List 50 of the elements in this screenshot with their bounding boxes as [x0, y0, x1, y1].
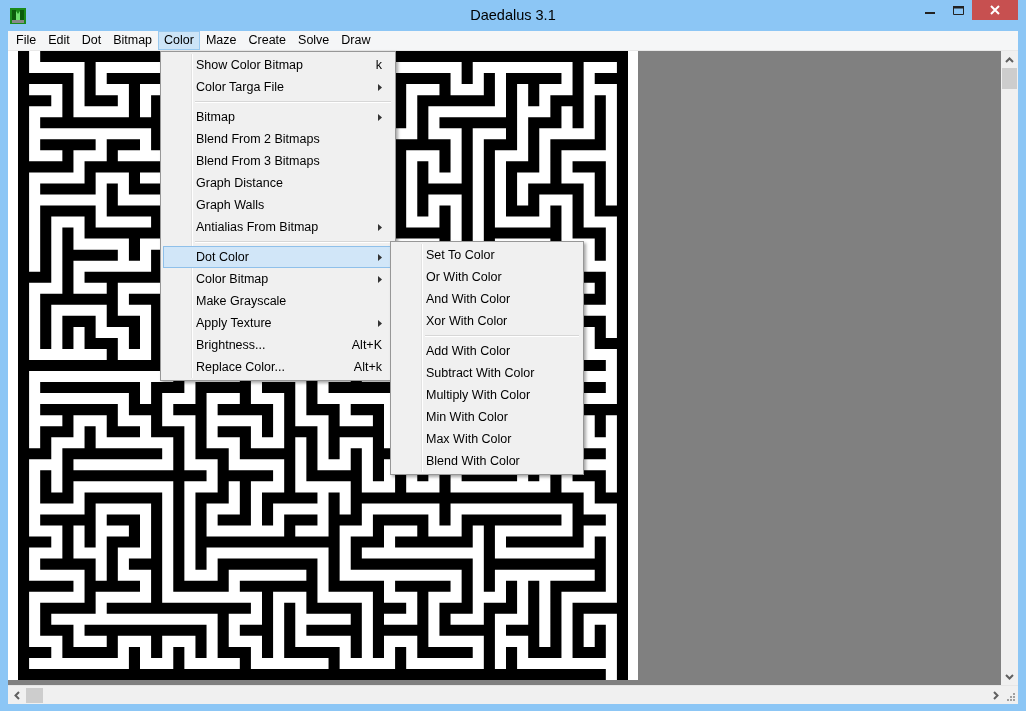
menu-bar-item[interactable]: Edit: [42, 31, 76, 50]
shortcut-label: Alt+K: [351, 338, 382, 352]
scroll-left-icon[interactable]: [13, 690, 22, 700]
menu-bar-item[interactable]: Maze: [199, 31, 243, 50]
menu-item[interactable]: Color Targa File: [163, 76, 393, 98]
horizontal-scrollbar[interactable]: [8, 685, 1018, 704]
close-icon: [990, 5, 1000, 15]
scroll-thumb[interactable]: [1002, 68, 1017, 89]
app-icon: [10, 7, 26, 24]
scroll-down-icon[interactable]: [1005, 672, 1014, 681]
menu-item[interactable]: Graph Walls: [163, 194, 393, 216]
menu-item[interactable]: Brightness... Alt+K: [163, 334, 393, 356]
menu-bar-item[interactable]: Draw: [335, 31, 377, 50]
menu-item[interactable]: Set To Color: [393, 244, 581, 266]
menu-item[interactable]: Graph Distance: [163, 172, 393, 194]
scroll-right-icon[interactable]: [991, 690, 1000, 700]
menu-item[interactable]: Blend With Color: [393, 450, 581, 472]
shortcut-label: k: [375, 58, 382, 72]
menu-bar-item[interactable]: Create: [242, 31, 293, 50]
vertical-scrollbar[interactable]: [1001, 51, 1018, 685]
menu-item[interactable]: Or With Color: [393, 266, 581, 288]
menu-item[interactable]: Blend From 3 Bitmaps: [163, 150, 393, 172]
menu-bar-item[interactable]: Bitmap: [107, 31, 159, 50]
menu-bar-item[interactable]: Solve: [292, 31, 336, 50]
size-grip-icon[interactable]: [1006, 692, 1015, 701]
menu-bar-item[interactable]: Color: [158, 31, 200, 50]
menu-item[interactable]: Replace Color... Alt+k: [163, 356, 393, 378]
menu-item[interactable]: Multiply With Color: [393, 384, 581, 406]
maximize-icon[interactable]: [952, 5, 964, 15]
menu-item[interactable]: Antialias From Bitmap: [163, 216, 393, 238]
menu-item[interactable]: Xor With Color: [393, 310, 581, 332]
menu-item[interactable]: Apply Texture: [163, 312, 393, 334]
menu-item[interactable]: Color Bitmap: [163, 268, 393, 290]
menu-item[interactable]: Blend From 2 Bitmaps: [163, 128, 393, 150]
menu-item[interactable]: Dot Color: [163, 246, 393, 268]
menu-item[interactable]: And With Color: [393, 288, 581, 310]
menu-bar-item[interactable]: File: [10, 31, 43, 50]
close-button[interactable]: [972, 0, 1018, 20]
menu-item[interactable]: Add With Color: [393, 340, 581, 362]
menu-item[interactable]: Show Color Bitmap k: [163, 54, 393, 76]
menu-bar-item[interactable]: Dot: [75, 31, 108, 50]
scroll-up-icon[interactable]: [1005, 56, 1014, 65]
menu-item[interactable]: Min With Color: [393, 406, 581, 428]
window-title: Daedalus 3.1: [470, 7, 556, 23]
menu-item[interactable]: Max With Color: [393, 428, 581, 450]
menu-item[interactable]: Make Grayscale: [163, 290, 393, 312]
scroll-thumb[interactable]: [26, 687, 43, 703]
menu-item[interactable]: Subtract With Color: [393, 362, 581, 384]
menu-item[interactable]: Bitmap: [163, 106, 393, 128]
shortcut-label: Alt+k: [353, 360, 382, 374]
